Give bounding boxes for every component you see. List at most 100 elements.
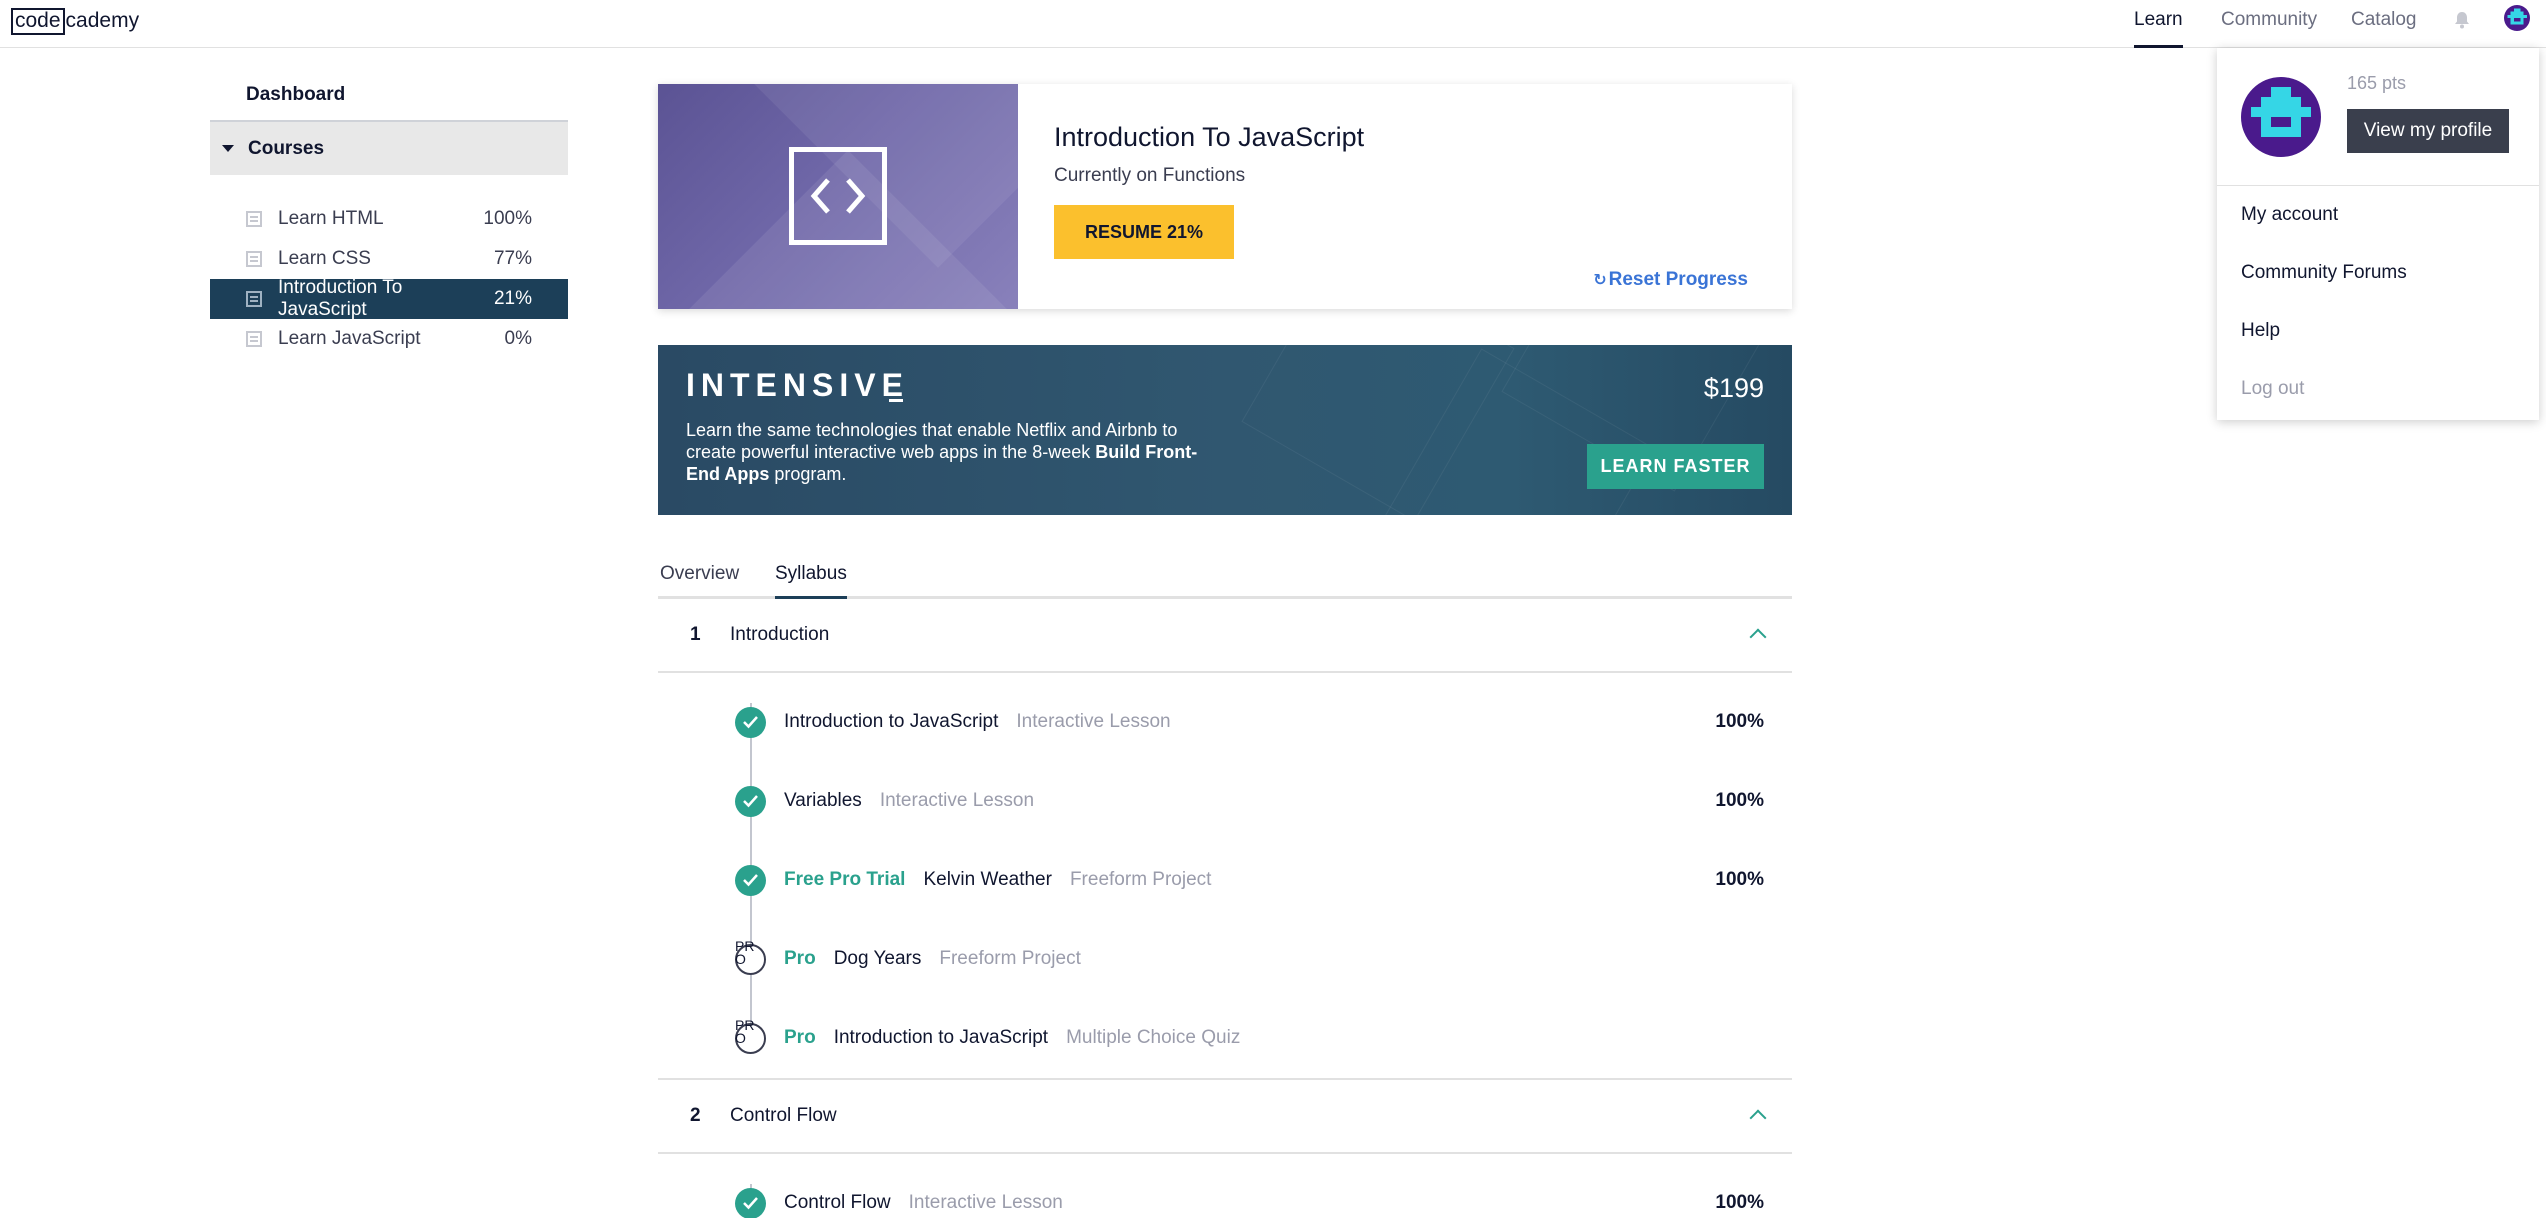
- pro-badge-icon: PRO: [735, 1018, 766, 1054]
- check-icon: [735, 707, 766, 738]
- course-name: Learn CSS: [278, 248, 371, 269]
- course-tabs: Overview Syllabus: [658, 563, 1792, 599]
- lesson-type: Freeform Project: [939, 948, 1081, 969]
- course-icon: [246, 211, 262, 227]
- reset-progress-link[interactable]: ↻ Reset Progress: [1593, 269, 1748, 291]
- section-title: Introduction: [730, 624, 830, 645]
- lesson-type: Multiple Choice Quiz: [1066, 1027, 1241, 1048]
- intensive-title: INTENSIVE: [686, 367, 909, 403]
- course-artwork: [658, 84, 1018, 309]
- section-header[interactable]: 2 Control Flow: [658, 1080, 1792, 1154]
- section-number: 1: [690, 624, 701, 645]
- menu-community-forums[interactable]: Community Forums: [2217, 244, 2539, 302]
- course-current-lesson: Currently on Functions: [1054, 165, 1246, 186]
- lesson-item[interactable]: PRO Pro Introduction to JavaScript Multi…: [658, 999, 1792, 1078]
- courses-toggle[interactable]: Courses: [210, 120, 568, 175]
- left-sidebar: Dashboard Courses Learn HTML 100% Learn …: [210, 70, 568, 359]
- nav-community[interactable]: Community: [2221, 0, 2317, 48]
- course-list: Learn HTML 100% Learn CSS 77% Introducti…: [210, 199, 568, 359]
- lesson-item[interactable]: PRO Pro Dog Years Freeform Project: [658, 920, 1792, 999]
- course-icon: [246, 331, 262, 347]
- intensive-banner: INTENSIVE Learn the same technologies th…: [658, 345, 1792, 515]
- chevron-up-icon[interactable]: [1749, 1109, 1767, 1127]
- chevron-up-icon[interactable]: [1749, 628, 1767, 646]
- pro-badge-icon: PRO: [735, 939, 766, 975]
- resume-button[interactable]: RESUME 21%: [1054, 205, 1235, 259]
- course-icon: [246, 251, 262, 267]
- lesson-type: Interactive Lesson: [908, 1192, 1063, 1213]
- course-progress: 77%: [493, 248, 532, 269]
- menu-log-out[interactable]: Log out: [2217, 360, 2539, 418]
- course-name: Introduction To JavaScript: [278, 277, 403, 320]
- syllabus-section: 1 Introduction Introduction to JavaScrip…: [658, 599, 1792, 1078]
- codecademy-logo[interactable]: code cademy: [11, 8, 139, 35]
- lesson-name: Introduction to JavaScript: [784, 711, 999, 732]
- intensive-price: $199: [1703, 373, 1764, 403]
- lesson-list: Introduction to JavaScript Interactive L…: [658, 673, 1792, 1078]
- refresh-icon: ↻: [1593, 272, 1607, 289]
- section-number: 2: [690, 1105, 701, 1126]
- lesson-name: Control Flow: [784, 1192, 891, 1213]
- pro-tag: Pro: [784, 1027, 816, 1048]
- section-header[interactable]: 1 Introduction: [658, 599, 1792, 673]
- lesson-progress: 100%: [1715, 711, 1764, 732]
- bell-icon[interactable]: [2452, 10, 2472, 30]
- lesson-type: Interactive Lesson: [1016, 711, 1171, 732]
- user-avatar-icon[interactable]: [2504, 5, 2530, 31]
- main-content: Introduction To JavaScript Currently on …: [658, 84, 1792, 1218]
- lesson-progress: 100%: [1715, 869, 1764, 890]
- lesson-name: Variables: [784, 790, 862, 811]
- course-progress: 0%: [504, 328, 532, 349]
- lesson-name: Kelvin Weather: [923, 869, 1052, 890]
- nav-catalog[interactable]: Catalog: [2351, 0, 2417, 48]
- course-icon: [246, 291, 262, 307]
- profile-points: 165 pts: [2347, 73, 2407, 93]
- sidebar-course-intro-javascript[interactable]: Introduction To JavaScript 21%: [210, 277, 568, 320]
- tab-overview[interactable]: Overview: [660, 563, 739, 599]
- profile-avatar-icon: [2241, 77, 2321, 157]
- menu-help[interactable]: Help: [2217, 302, 2539, 360]
- course-name: Learn JavaScript: [278, 328, 421, 349]
- lesson-item[interactable]: Introduction to JavaScript Interactive L…: [658, 683, 1792, 762]
- lesson-progress: 100%: [1715, 1192, 1764, 1213]
- logo-rest-text: cademy: [65, 9, 140, 32]
- lesson-name: Introduction to JavaScript: [833, 1027, 1049, 1048]
- lesson-type: Interactive Lesson: [879, 790, 1035, 811]
- caret-down-icon: [222, 145, 234, 152]
- check-icon: [735, 786, 766, 817]
- dashboard-link[interactable]: Dashboard: [210, 70, 568, 120]
- check-icon: [735, 865, 766, 896]
- course-progress: 100%: [483, 208, 532, 229]
- pro-tag: Pro: [784, 948, 816, 969]
- menu-my-account[interactable]: My account: [2217, 186, 2539, 244]
- lesson-item[interactable]: Free Pro Trial Kelvin Weather Freeform P…: [658, 841, 1792, 920]
- course-name: Learn HTML: [278, 208, 384, 229]
- tab-syllabus[interactable]: Syllabus: [775, 563, 847, 599]
- profile-summary: 165 pts View my profile: [2217, 48, 2539, 186]
- learn-faster-button[interactable]: LEARN FASTER: [1587, 444, 1764, 489]
- intensive-description: Learn the same technologies that enable …: [686, 420, 1198, 484]
- check-icon: [735, 1188, 766, 1218]
- top-navbar: code cademy Learn Community Catalog: [0, 0, 2546, 48]
- course-info: Introduction To JavaScript Currently on …: [1018, 84, 1792, 309]
- syllabus-section: 2 Control Flow Control Flow Interactive …: [658, 1078, 1792, 1218]
- logo-boxed-text: code: [11, 8, 65, 35]
- course-title: Introduction To JavaScript: [1054, 122, 1365, 152]
- nav-learn[interactable]: Learn: [2134, 0, 2183, 48]
- free-pro-trial-tag: Free Pro Trial: [784, 869, 906, 890]
- code-brackets-icon: [789, 147, 887, 245]
- lesson-item[interactable]: Variables Interactive Lesson 100%: [658, 762, 1792, 841]
- lesson-item[interactable]: Control Flow Interactive Lesson 100%: [658, 1164, 1792, 1218]
- courses-heading: Courses: [248, 137, 325, 159]
- profile-dropdown: 165 pts View my profile My account Commu…: [2217, 48, 2539, 420]
- view-profile-button[interactable]: View my profile: [2347, 109, 2509, 153]
- sidebar-course-learn-javascript[interactable]: Learn JavaScript 0%: [210, 319, 568, 359]
- lesson-list: Control Flow Interactive Lesson 100%: [658, 1154, 1792, 1218]
- section-title: Control Flow: [730, 1105, 837, 1126]
- course-progress: 21%: [493, 288, 532, 309]
- lesson-progress: 100%: [1715, 790, 1764, 811]
- sidebar-course-learn-css[interactable]: Learn CSS 77%: [210, 239, 568, 279]
- sidebar-course-learn-html[interactable]: Learn HTML 100%: [210, 199, 568, 239]
- current-course-card: Introduction To JavaScript Currently on …: [658, 84, 1792, 309]
- reset-progress-label: Reset Progress: [1608, 269, 1748, 290]
